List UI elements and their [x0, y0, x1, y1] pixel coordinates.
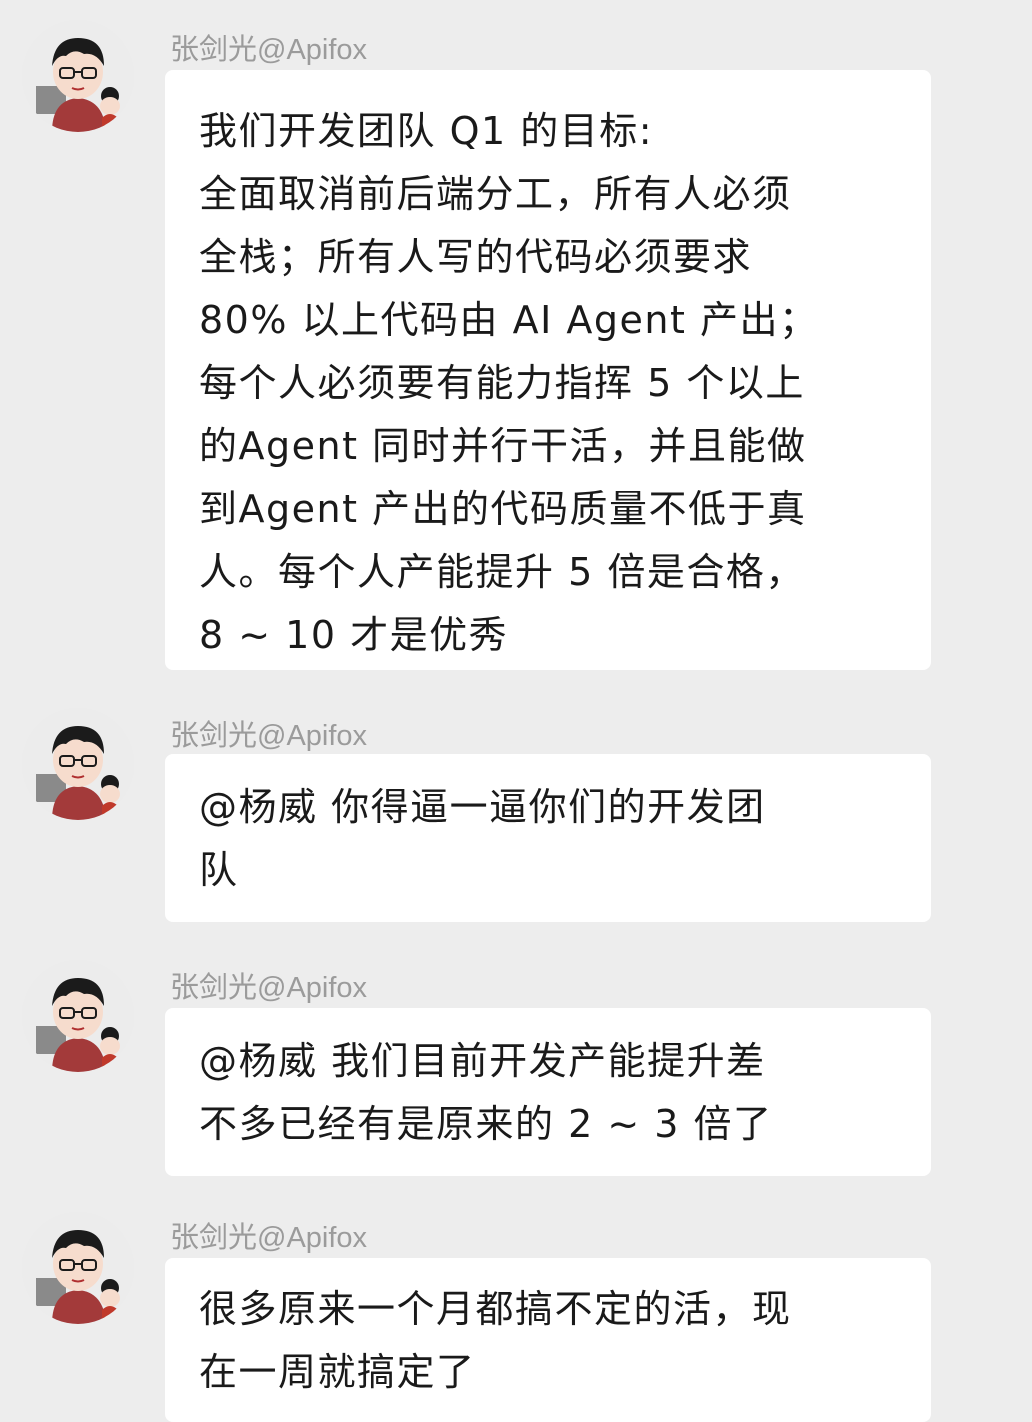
- cartoon-boy-avatar-icon: [22, 20, 134, 132]
- message-line: 人。每个人产能提升 5 倍是合格，: [199, 550, 805, 594]
- cartoon-boy-avatar-icon: [22, 960, 134, 1072]
- sender-name: 张剑光@Apifox: [170, 720, 368, 752]
- message-text: @杨威 我们目前开发产能提升差 不多已经有是原来的 2 ~ 3 倍了: [199, 1030, 901, 1156]
- message-line: 在一周就搞定了: [199, 1350, 476, 1394]
- message-line: @杨威 我们目前开发产能提升差: [199, 1039, 766, 1083]
- message-text: 很多原来一个月都搞不定的活，现 在一周就搞定了: [199, 1278, 901, 1404]
- avatar[interactable]: [22, 708, 134, 820]
- message-line: 不多已经有是原来的 2 ~ 3 倍了: [199, 1102, 773, 1146]
- message-text: @杨威 你得逼一逼你们的开发团 队: [199, 776, 901, 902]
- cartoon-boy-avatar-icon: [22, 708, 134, 820]
- message-line: 到Agent 产出的代码质量不低于真: [199, 487, 807, 531]
- message-line: 8 ~ 10 才是优秀: [199, 613, 509, 657]
- message-line: 每个人必须要有能力指挥 5 个以上: [199, 361, 805, 405]
- message-bubble[interactable]: 我们开发团队 Q1 的目标: 全面取消前后端分工，所有人必须 全栈；所有人写的代…: [165, 70, 931, 670]
- avatar[interactable]: [22, 1212, 134, 1324]
- sender-name: 张剑光@Apifox: [170, 972, 368, 1004]
- sender-name: 张剑光@Apifox: [170, 1222, 368, 1254]
- chat-window: 张剑光@Apifox 我们开发团队 Q1 的目标: 全面取消前后端分工，所有人必…: [0, 0, 1032, 1422]
- sender-name: 张剑光@Apifox: [170, 34, 368, 66]
- message-bubble[interactable]: @杨威 我们目前开发产能提升差 不多已经有是原来的 2 ~ 3 倍了: [165, 1008, 931, 1176]
- avatar[interactable]: [22, 960, 134, 1072]
- message-bubble[interactable]: 很多原来一个月都搞不定的活，现 在一周就搞定了: [165, 1258, 931, 1422]
- message-line: 很多原来一个月都搞不定的活，现: [199, 1287, 792, 1331]
- message-line: 全栈；所有人写的代码必须要求: [199, 235, 753, 279]
- avatar[interactable]: [22, 20, 134, 132]
- message-bubble[interactable]: @杨威 你得逼一逼你们的开发团 队: [165, 754, 931, 922]
- message-line: @杨威 你得逼一逼你们的开发团: [199, 785, 766, 829]
- message-text: 我们开发团队 Q1 的目标: 全面取消前后端分工，所有人必须 全栈；所有人写的代…: [199, 100, 901, 667]
- message-line: 全面取消前后端分工，所有人必须: [199, 172, 792, 216]
- cartoon-boy-avatar-icon: [22, 1212, 134, 1324]
- message-line: 我们开发团队 Q1 的目标:: [199, 109, 654, 153]
- message-line: 的Agent 同时并行干活，并且能做: [199, 424, 807, 468]
- message-line: 队: [199, 848, 239, 892]
- message-line: 80% 以上代码由 AI Agent 产出；: [199, 298, 819, 342]
